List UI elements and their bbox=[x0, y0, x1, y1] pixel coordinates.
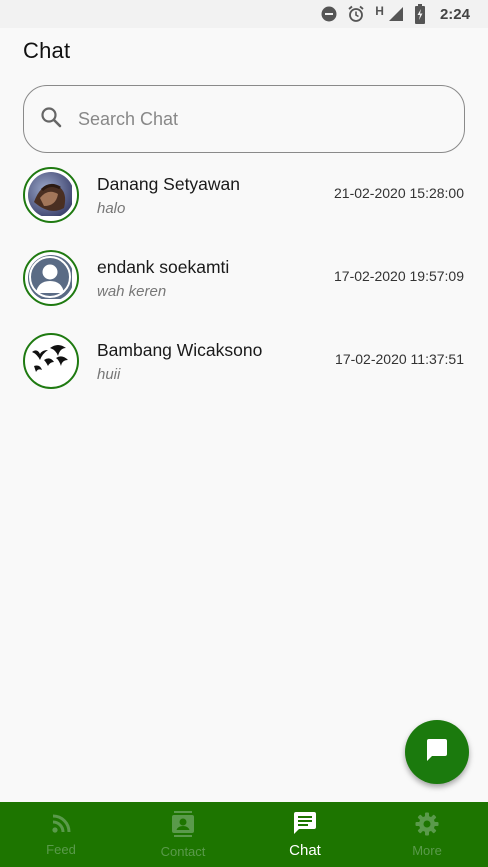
rss-feed-icon bbox=[50, 813, 72, 840]
avatar bbox=[23, 333, 79, 389]
chat-last-message: wah keren bbox=[97, 283, 167, 300]
chat-list-item[interactable]: endank soekamti wah keren 17-02-2020 19:… bbox=[0, 245, 488, 328]
search-icon bbox=[40, 106, 62, 133]
chat-bubble-icon bbox=[424, 737, 450, 768]
battery-charging-icon bbox=[414, 4, 426, 24]
signal-icon bbox=[388, 6, 404, 22]
chat-timestamp: 17-02-2020 11:37:51 bbox=[335, 351, 464, 367]
network-type-label: H bbox=[375, 4, 384, 18]
tab-more-label: More bbox=[412, 842, 442, 858]
tab-contact-label: Contact bbox=[160, 843, 206, 859]
search-bar[interactable] bbox=[23, 85, 465, 153]
chat-last-message: halo bbox=[97, 200, 126, 217]
tab-chat-label: Chat bbox=[289, 841, 321, 859]
chat-timestamp: 21-02-2020 15:28:00 bbox=[334, 185, 464, 201]
tab-chat[interactable]: Chat bbox=[244, 802, 366, 867]
chat-contact-name: Bambang Wicaksono bbox=[97, 340, 263, 360]
chat-icon bbox=[292, 811, 318, 840]
status-bar: H 2:24 bbox=[0, 0, 488, 28]
page-title: Chat bbox=[23, 38, 71, 63]
gear-icon bbox=[415, 812, 439, 841]
tab-feed[interactable]: Feed bbox=[0, 802, 122, 867]
avatar bbox=[23, 167, 79, 223]
clock-time: 2:24 bbox=[439, 5, 470, 23]
chat-list: Danang Setyawan halo 21-02-2020 15:28:00… bbox=[0, 162, 488, 411]
chat-timestamp: 17-02-2020 19:57:09 bbox=[334, 268, 464, 284]
alarm-icon bbox=[347, 5, 365, 23]
search-input[interactable] bbox=[78, 108, 408, 130]
tab-contact[interactable]: Contact bbox=[122, 802, 244, 867]
new-chat-button[interactable] bbox=[405, 720, 469, 784]
do-not-disturb-icon bbox=[321, 6, 337, 22]
chat-last-message: huii bbox=[97, 366, 121, 383]
chat-contact-name: endank soekamti bbox=[97, 257, 230, 277]
tab-more[interactable]: More bbox=[366, 802, 488, 867]
bottom-navigation: Feed Contact Chat More bbox=[0, 802, 488, 867]
chat-contact-name: Danang Setyawan bbox=[97, 174, 241, 194]
chat-list-item[interactable]: Danang Setyawan halo 21-02-2020 15:28:00 bbox=[0, 162, 488, 245]
tab-feed-label: Feed bbox=[46, 841, 76, 857]
contact-card-icon bbox=[171, 810, 195, 842]
chat-list-item[interactable]: Bambang Wicaksono huii 17-02-2020 11:37:… bbox=[0, 328, 488, 411]
avatar bbox=[23, 250, 79, 306]
